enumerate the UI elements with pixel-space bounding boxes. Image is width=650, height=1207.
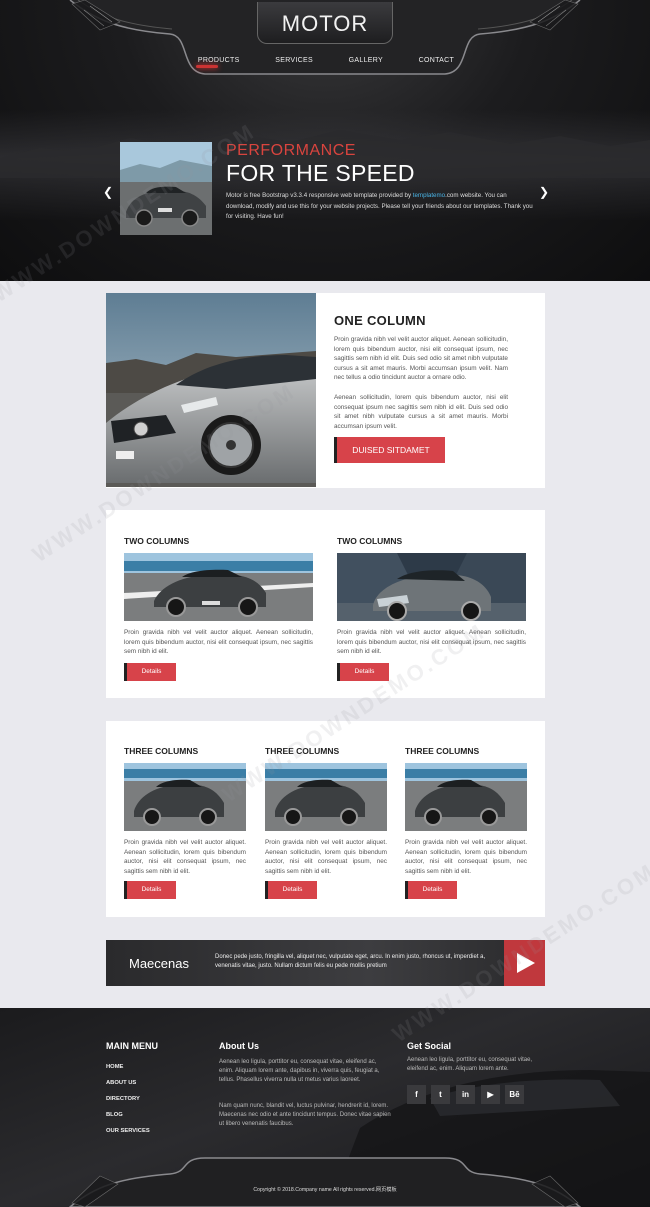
behance-icon[interactable]: Bē	[505, 1085, 524, 1104]
nav-active-indicator	[196, 65, 218, 68]
twitter-icon[interactable]: t	[431, 1085, 450, 1104]
two-columns-card: TWO COLUMNS Proin gravida nibh vel velit…	[106, 510, 545, 698]
templatemo-link[interactable]: templatemo	[413, 192, 445, 199]
footer-menu: HOME ABOUT US DIRECTORY BLOG OUR SERVICE…	[106, 1064, 150, 1144]
nav-gallery[interactable]: GALLERY	[349, 57, 383, 64]
details-button-3col-3[interactable]: Details	[405, 881, 457, 899]
details-button-3col-2[interactable]: Details	[265, 881, 317, 899]
maecenas-text: Donec pede justo, fringilla vel, aliquet…	[215, 954, 486, 969]
footer-link-home[interactable]: HOME	[106, 1064, 150, 1080]
footer-link-directory[interactable]: DIRECTORY	[106, 1096, 150, 1112]
one-column-heading: ONE COLUMN	[334, 313, 426, 328]
main-nav: PRODUCTS SERVICES GALLERY CONTACT	[180, 46, 472, 74]
footer-link-our-services[interactable]: OUR SERVICES	[106, 1128, 150, 1144]
footer-social-heading: Get Social	[407, 1041, 452, 1051]
slide-text-part1: Motor is free Bootstrap v3.3.4 responsiv…	[226, 192, 413, 199]
details-button-3col-1[interactable]: Details	[124, 881, 176, 899]
three-columns-card: THREE COLUMNS Proin gravida nibh vel vel…	[106, 721, 545, 917]
one-column-paragraph-2: Aenean sollicitudin, lorem quis bibendum…	[334, 394, 508, 430]
two-columns-image-1	[124, 553, 313, 621]
footer-link-about-us[interactable]: ABOUT US	[106, 1080, 150, 1096]
footer-about-heading: About Us	[219, 1041, 259, 1051]
footer-social-text: Aenean leo ligula, porttitor eu, consequ…	[407, 1057, 533, 1072]
three-columns-text-3: Proin gravida nibh vel velit auctor aliq…	[405, 839, 527, 875]
one-column-paragraph-1: Proin gravida nibh vel velit auctor aliq…	[334, 336, 508, 382]
footer-about-text-1: Aenean leo ligula, porttitor eu, consequ…	[219, 1059, 380, 1083]
two-columns-heading-1: TWO COLUMNS	[124, 536, 190, 546]
linkedin-icon[interactable]: in	[456, 1085, 475, 1104]
site-logo[interactable]: MOTOR	[257, 2, 393, 44]
three-columns-heading-1: THREE COLUMNS	[124, 746, 199, 756]
duised-sitdamet-button[interactable]: DUISED SITDAMET	[334, 437, 445, 463]
youtube-icon[interactable]: ▶	[481, 1085, 500, 1104]
slide-description: Motor is free Bootstrap v3.3.4 responsiv…	[226, 191, 536, 223]
footer-about-text-2: Nam quam nunc, blandit vel, luctus pulvi…	[219, 1103, 391, 1127]
chevron-left-icon[interactable]: ❮	[103, 185, 113, 199]
maecenas-title: Maecenas	[129, 956, 189, 971]
two-columns-text-1: Proin gravida nibh vel velit auctor aliq…	[124, 629, 313, 656]
nav-contact[interactable]: CONTACT	[419, 57, 454, 64]
nav-services[interactable]: SERVICES	[275, 57, 313, 64]
three-columns-image-3	[405, 763, 527, 831]
two-columns-image-2	[337, 553, 526, 621]
footer-link-blog[interactable]: BLOG	[106, 1112, 150, 1128]
three-columns-text-2: Proin gravida nibh vel velit auctor aliq…	[265, 839, 387, 875]
three-columns-heading-3: THREE COLUMNS	[405, 746, 480, 756]
chevron-right-icon[interactable]: ❯	[539, 185, 549, 199]
details-button-2col-1[interactable]: Details	[124, 663, 176, 681]
footer-main-menu-heading: MAIN MENU	[106, 1041, 158, 1051]
nav-products[interactable]: PRODUCTS	[198, 57, 240, 64]
copyright-text: Copyright © 2018.Company name All rights…	[253, 1187, 397, 1193]
facebook-icon[interactable]: f	[407, 1085, 426, 1104]
three-columns-text-1: Proin gravida nibh vel velit auctor aliq…	[124, 839, 246, 875]
two-columns-heading-2: TWO COLUMNS	[337, 536, 403, 546]
slide-title-speed: FOR THE SPEED	[226, 160, 415, 186]
